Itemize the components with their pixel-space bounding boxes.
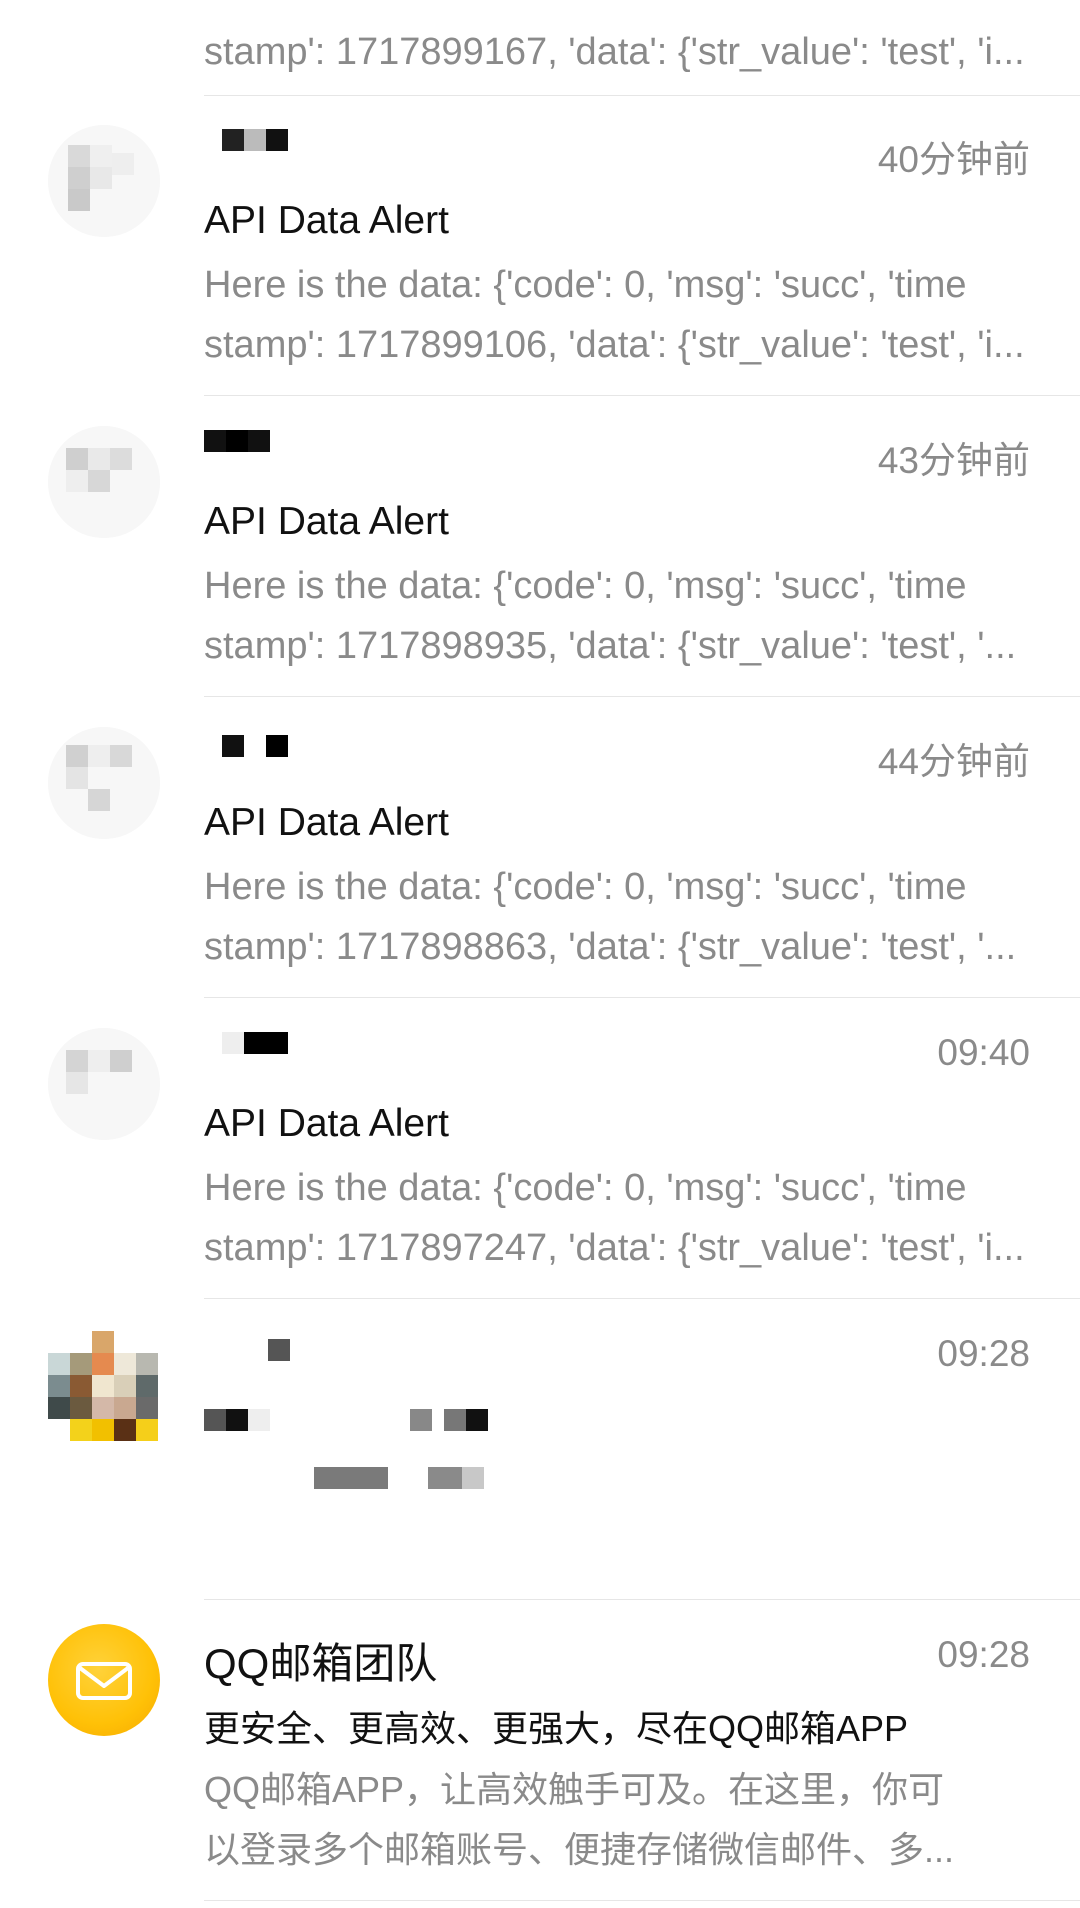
email-item[interactable]: QQ邮箱团队 09:28 更安全、更高效、更强大，尽在QQ邮箱APP QQ邮箱A… [48, 1600, 1080, 1901]
sender-name-redacted [222, 1032, 288, 1054]
email-preview-line1: Here is the data: {'code': 0, 'msg': 'su… [204, 1167, 967, 1209]
email-item[interactable]: 40分钟前 API Data Alert Here is the data: {… [48, 95, 1080, 396]
email-item[interactable]: 44分钟前 API Data Alert Here is the data: {… [48, 697, 1080, 998]
email-preview-line2: stamp': 1717899167, 'data': {'str_value'… [204, 31, 1025, 73]
sender-name-redacted [204, 430, 270, 452]
sender-name-redacted [268, 1339, 290, 1361]
sender-avatar [48, 125, 160, 237]
email-item[interactable]: 09:28 [48, 1299, 1080, 1600]
email-preview-line1: Here is the data: {'code': 0, 'msg': 'su… [204, 565, 967, 607]
email-preview-line1: QQ邮箱APP，让高效触手可及。在这里，你可 [204, 1769, 945, 1810]
subject-redacted [204, 1409, 488, 1431]
email-time: 40分钟前 [877, 139, 1030, 180]
email-preview-line2: stamp': 1717899106, 'data': {'str_value'… [204, 324, 1025, 366]
email-item[interactable]: 09:40 API Data Alert Here is the data: {… [48, 998, 1080, 1299]
email-time: 43分钟前 [877, 440, 1030, 481]
email-time: 44分钟前 [877, 741, 1030, 782]
email-preview: Here is the data: {'code': 0, 'msg': 'su… [204, 857, 1030, 977]
email-preview-line1: Here is the data: {'code': 0, 'msg': 'su… [204, 866, 967, 908]
email-subject: API Data Alert [204, 500, 449, 543]
email-item-partial[interactable]: stamp': 1717899167, 'data': {'str_value'… [0, 0, 1080, 95]
sender-avatar [48, 1329, 160, 1441]
email-preview: Here is the data: {'code': 0, 'msg': 'su… [204, 556, 1030, 676]
sender-avatar [48, 727, 160, 839]
email-item[interactable]: 43分钟前 API Data Alert Here is the data: {… [48, 396, 1080, 697]
email-time: 09:28 [937, 1333, 1030, 1374]
email-preview: Here is the data: {'code': 0, 'msg': 'su… [204, 1158, 1030, 1278]
email-time: 09:40 [937, 1032, 1030, 1073]
email-preview-line2: stamp': 1717897247, 'data': {'str_value'… [204, 1227, 1025, 1269]
sender-avatar [48, 1028, 160, 1140]
qq-mail-avatar [48, 1624, 160, 1736]
email-preview: Here is the data: {'code': 0, 'msg': 'su… [204, 255, 1030, 375]
email-list: stamp': 1717899167, 'data': {'str_value'… [0, 0, 1080, 1901]
preview-redacted [314, 1467, 484, 1489]
sender-name-redacted [222, 129, 288, 151]
sender-name-redacted [222, 735, 288, 757]
email-preview-line2: 以登录多个邮箱账号、便捷存储微信邮件、多... [204, 1829, 955, 1870]
email-preview-line2: stamp': 1717898935, 'data': {'str_value'… [204, 625, 1017, 667]
email-subject: 更安全、更高效、更强大，尽在QQ邮箱APP [204, 1708, 909, 1749]
sender-name: QQ邮箱团队 [204, 1640, 438, 1687]
email-preview-line1: Here is the data: {'code': 0, 'msg': 'su… [204, 264, 967, 306]
email-preview: QQ邮箱APP，让高效触手可及。在这里，你可 以登录多个邮箱账号、便捷存储微信邮… [204, 1760, 1030, 1880]
sender-avatar [48, 426, 160, 538]
envelope-icon [76, 1662, 132, 1700]
email-time: 09:28 [937, 1634, 1030, 1675]
email-subject: API Data Alert [204, 1102, 449, 1145]
email-subject: API Data Alert [204, 801, 449, 844]
email-preview-line2: stamp': 1717898863, 'data': {'str_value'… [204, 926, 1017, 968]
email-subject: API Data Alert [204, 199, 449, 242]
